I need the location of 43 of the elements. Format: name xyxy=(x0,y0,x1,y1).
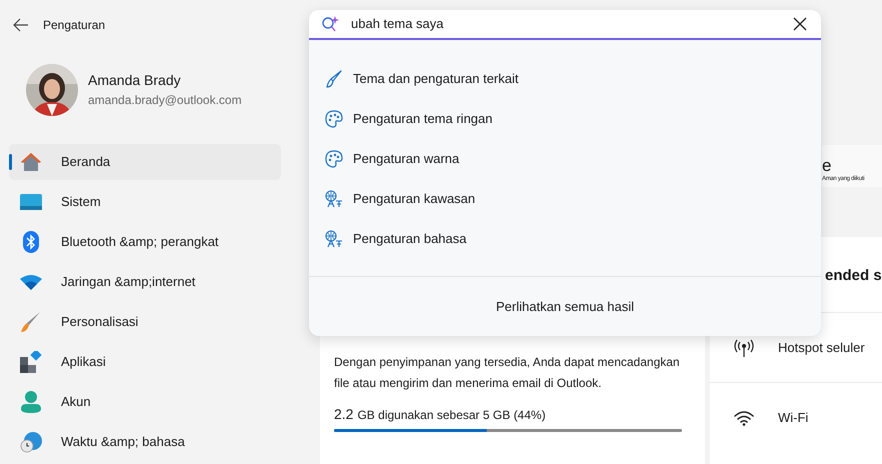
back-arrow-icon[interactable] xyxy=(13,18,29,32)
sidebar-item[interactable]: Aplikasi xyxy=(9,344,281,380)
search-field[interactable]: ubah tema saya xyxy=(309,10,821,40)
wifi-icon xyxy=(20,274,42,290)
sidebar-item[interactable]: Sistem xyxy=(9,184,281,220)
person-icon xyxy=(21,391,41,413)
bluetooth-icon xyxy=(23,231,39,253)
close-icon[interactable] xyxy=(793,17,807,31)
window-title: Pengaturan xyxy=(43,16,106,34)
brush-icon xyxy=(326,70,342,88)
palette-icon xyxy=(325,150,343,168)
search-result[interactable]: Pengaturan warna xyxy=(309,139,821,179)
storage-used: 2.2 xyxy=(334,405,354,424)
settings-row[interactable]: Wi-Fi xyxy=(710,382,882,452)
search-result[interactable]: Pengaturan tema ringan xyxy=(309,99,821,139)
sidebar-item[interactable]: Waktu &amp; bahasa xyxy=(9,424,281,460)
search-result[interactable]: Tema dan pengaturan terkait xyxy=(309,59,821,99)
sidebar-item[interactable]: Beranda xyxy=(9,144,281,180)
profile-name: Amanda Brady xyxy=(88,71,182,90)
sidebar-item[interactable]: Akun xyxy=(9,384,281,420)
language-icon xyxy=(325,230,343,248)
storage-usage: GB digunakan sebesar 5 GB (44%) xyxy=(357,407,546,424)
show-all-results-button[interactable]: Perlihatkan semua hasil xyxy=(488,292,642,320)
sidebar-item[interactable]: Personalisasi xyxy=(9,304,281,340)
language-icon xyxy=(325,190,343,208)
storage-description: Dengan penyimpanan yang tersedia, Anda dapat mencadangkan file atau mengirim dan menerima email di Outlook. xyxy=(334,354,681,392)
home-icon xyxy=(20,152,42,172)
brush-icon xyxy=(20,311,42,333)
search-result[interactable]: Pengaturan kawasan xyxy=(309,179,821,219)
search-result[interactable]: Pengaturan bahasa xyxy=(309,219,821,259)
wifi-icon xyxy=(734,410,754,426)
monitor-icon xyxy=(20,194,42,210)
hotspot-icon xyxy=(734,338,754,358)
sidebar-item[interactable]: Jaringan &amp;internet xyxy=(9,264,281,300)
search-input[interactable]: ubah tema saya xyxy=(351,14,783,34)
section-heading: ended s xyxy=(824,266,882,286)
sparkle-search-icon xyxy=(321,15,341,33)
card-title: e xyxy=(822,157,832,175)
apps-icon xyxy=(20,351,42,373)
profile-email: amanda.brady@outlook.com xyxy=(88,92,242,110)
globe-clock-icon xyxy=(20,431,42,453)
sidebar-item[interactable]: Bluetooth &amp; perangkat xyxy=(9,224,281,260)
palette-icon xyxy=(325,110,343,128)
